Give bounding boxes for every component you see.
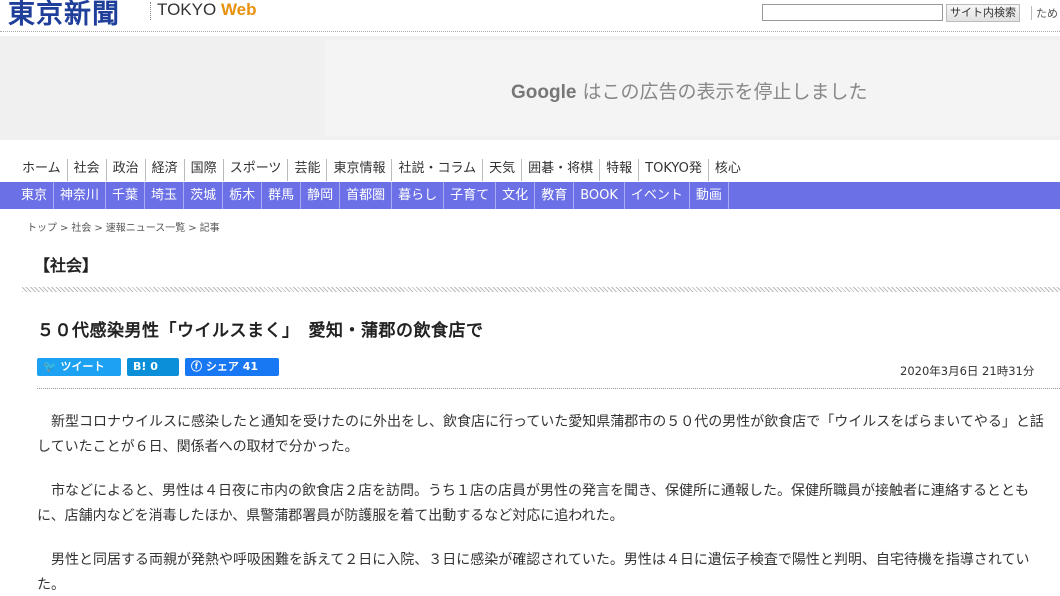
nav-book[interactable]: BOOK — [574, 182, 625, 209]
nav-home[interactable]: ホーム — [18, 159, 68, 181]
nav-tokyo[interactable]: 東京 — [18, 182, 55, 209]
nav-chiba[interactable]: 千葉 — [106, 182, 146, 209]
google-logo-text: Google — [511, 82, 577, 103]
nav-politics[interactable]: 政治 — [107, 159, 146, 181]
hatena-bookmark-button[interactable]: B! 0 — [127, 358, 179, 376]
nav-tochigi[interactable]: 栃木 — [223, 182, 263, 209]
nav-video[interactable]: 動画 — [690, 182, 729, 209]
tokyo-web-logo[interactable]: TOKYO Web — [157, 0, 257, 20]
nav-go-shogi[interactable]: 囲碁・将棋 — [522, 159, 601, 181]
breadcrumb-top[interactable]: トップ — [27, 223, 57, 234]
hatena-label: B! — [133, 360, 147, 373]
nav-core[interactable]: 核心 — [709, 159, 747, 181]
tweet-label: ツイート — [60, 360, 105, 373]
section-divider — [22, 287, 1060, 292]
article-paragraph: 市などによると、男性は４日夜に市内の飲食店２店を訪問。うち１店の店員が男性の発言… — [37, 483, 1030, 524]
nav-international[interactable]: 国際 — [185, 159, 224, 181]
section-title: 【社会】 — [34, 256, 99, 275]
article-date: 2020年3月6日 21時31分 — [900, 364, 1035, 378]
breadcrumb-society[interactable]: 社会 — [71, 223, 91, 234]
nav-parenting[interactable]: 子育て — [444, 182, 497, 209]
fb-share-count: 41 — [242, 360, 258, 373]
breadcrumb-separator: > — [94, 223, 103, 234]
twitter-bird-icon: 🐦 — [43, 360, 57, 373]
article-paragraph: 新型コロナウイルスに感染したと通知を受けたのに外出をし、飲食店に行っていた愛知県… — [37, 414, 1044, 455]
nav-tokyo-info[interactable]: 東京情報 — [327, 159, 393, 181]
breadcrumb: トップ > 社会 > 速報ニュース一覧 > 記事 — [27, 219, 220, 234]
tweet-button[interactable]: 🐦 ツイート — [37, 358, 121, 376]
nav-society[interactable]: 社会 — [68, 159, 107, 181]
facebook-icon: ⓕ — [191, 360, 202, 373]
nav-metropolitan[interactable]: 首都圏 — [340, 182, 393, 209]
breadcrumb-current: 記事 — [199, 223, 220, 234]
ad-stopped-message: Google はこの広告の表示を停止しました — [511, 77, 867, 104]
article-paragraph: 男性と同居する両親が発熱や呼吸困難を訴えて２日に入院、３日に感染が確認されていた… — [37, 552, 1030, 593]
site-search-button[interactable]: サイト内検索 — [946, 4, 1020, 22]
hatena-count: 0 — [150, 360, 158, 373]
breadcrumb-separator: > — [188, 223, 197, 234]
ad-box: Google はこの広告の表示を停止しました — [325, 40, 1060, 136]
site-header: 東京新聞 TOKYO Web サイト内検索 ため — [0, 0, 1060, 32]
nav-tokyo-hatsu[interactable]: TOKYO発 — [639, 159, 709, 181]
nav-shizuoka[interactable]: 静岡 — [301, 182, 341, 209]
logo-divider — [150, 2, 151, 20]
breadcrumb-breaking-news[interactable]: 速報ニュース一覧 — [106, 223, 186, 234]
article-rule — [37, 388, 1060, 389]
header-link[interactable]: ため — [1036, 5, 1058, 21]
nav-kanagawa[interactable]: 神奈川 — [54, 182, 107, 209]
nav-saitama[interactable]: 埼玉 — [145, 182, 185, 209]
nav-ibaraki[interactable]: 茨城 — [184, 182, 224, 209]
nav-education[interactable]: 教育 — [535, 182, 575, 209]
nav-weather[interactable]: 天気 — [483, 159, 523, 181]
nav-gunma[interactable]: 群馬 — [262, 182, 302, 209]
regional-nav: 東京 神奈川 千葉 埼玉 茨城 栃木 群馬 静岡 首都圏 暮らし 子育て 文化 … — [0, 182, 1060, 209]
share-buttons: 🐦 ツイート B! 0 ⓕ シェア 41 — [37, 358, 279, 376]
primary-nav: ホーム 社会 政治 経済 国際 スポーツ 芸能 東京情報 社説・コラム 天気 囲… — [18, 159, 747, 181]
ad-area: Google はこの広告の表示を停止しました — [0, 36, 1060, 140]
breadcrumb-separator: > — [60, 223, 69, 234]
nav-living[interactable]: 暮らし — [392, 182, 445, 209]
header-divider — [1031, 6, 1032, 20]
nav-editorial-column[interactable]: 社説・コラム — [392, 159, 484, 181]
header-rule — [0, 31, 1060, 32]
nav-special-report[interactable]: 特報 — [600, 159, 640, 181]
nav-economy[interactable]: 経済 — [146, 159, 185, 181]
site-logo[interactable]: 東京新聞 — [8, 0, 120, 31]
fb-share-label: シェア — [205, 360, 239, 373]
article-title: ５０代感染男性「ウイルスまく」 愛知・蒲郡の飲食店で — [37, 321, 484, 341]
nav-culture[interactable]: 文化 — [496, 182, 536, 209]
ad-message: はこの広告の表示を停止しました — [582, 81, 868, 103]
nav-sports[interactable]: スポーツ — [224, 159, 289, 181]
logo-tokyo-text: TOKYO — [157, 0, 217, 19]
logo-web-text: Web — [220, 0, 257, 19]
facebook-share-button[interactable]: ⓕ シェア 41 — [185, 358, 279, 376]
nav-entertainment[interactable]: 芸能 — [288, 159, 328, 181]
nav-events[interactable]: イベント — [625, 182, 690, 209]
site-search-input[interactable] — [762, 4, 943, 21]
